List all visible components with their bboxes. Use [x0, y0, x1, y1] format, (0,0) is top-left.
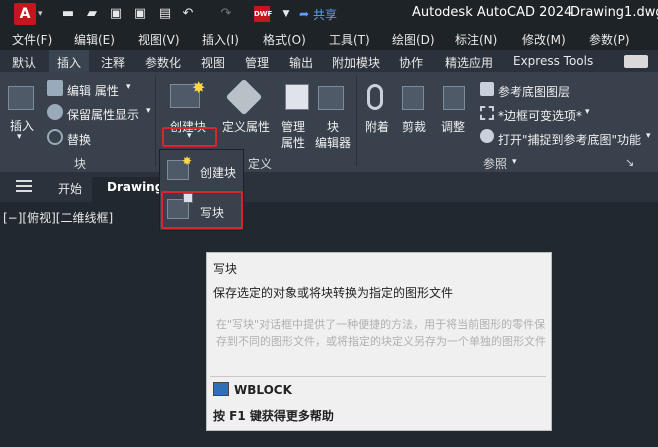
snap-to-underlay-button[interactable]: 打开"捕捉到参考底图"功能	[498, 131, 641, 148]
tab-parametric[interactable]: 参数化	[145, 54, 181, 71]
attach-icon[interactable]	[367, 84, 383, 110]
create-block-dropdown-highlight[interactable]	[162, 127, 217, 147]
menu-modify[interactable]: 修改(M)	[522, 31, 566, 48]
chevron-down-icon[interactable]: ▾	[17, 132, 22, 142]
viewport-controls[interactable]: [−][俯视][二维线框]	[3, 209, 113, 226]
star-icon: ✸	[192, 78, 206, 97]
adjust-button[interactable]: 调整	[441, 118, 465, 135]
tooltip-command-name: WBLOCK	[234, 383, 292, 397]
save-icon[interactable]: ▣	[108, 6, 124, 22]
panel-title-block-definition: 定义	[248, 157, 273, 171]
file-tab-start[interactable]: 开始	[58, 180, 82, 197]
chevron-down-icon[interactable]: ▾	[38, 9, 43, 19]
print-icon[interactable]: ▤	[157, 6, 173, 22]
keep-attribute-display-button[interactable]: 保留属性显示	[67, 106, 139, 123]
share-icon[interactable]: ➦	[296, 6, 312, 22]
tab-output[interactable]: 输出	[289, 54, 313, 71]
manage-attributes-button[interactable]: 管理	[281, 118, 305, 135]
keep-attribute-icon[interactable]	[47, 104, 63, 120]
chevron-down-icon[interactable]: ▾	[126, 82, 131, 92]
attach-button[interactable]: 附着	[365, 118, 389, 135]
new-icon[interactable]: ▬	[60, 6, 76, 22]
frame-variable-dropdown[interactable]: *边框可变选项*	[498, 107, 582, 124]
tooltip-divider	[210, 376, 546, 377]
open-icon[interactable]: ▰	[84, 6, 100, 22]
snap-underlay-icon[interactable]	[480, 129, 494, 143]
document-title: Drawing1.dwg	[570, 5, 658, 20]
menu-insert[interactable]: 插入(I)	[202, 31, 239, 48]
tab-express-tools[interactable]: Express Tools	[513, 54, 593, 68]
block-editor-icon[interactable]	[318, 86, 344, 110]
replace-icon[interactable]	[47, 129, 63, 145]
insert-block-icon[interactable]	[8, 86, 34, 110]
tooltip-help-hint: 按 F1 键获得更多帮助	[213, 409, 334, 423]
menu-draw[interactable]: 绘图(D)	[392, 31, 435, 48]
chevron-down-icon[interactable]: ▾	[585, 107, 590, 117]
undo-icon[interactable]: ↶	[180, 6, 196, 22]
saveas-icon[interactable]: ▣	[132, 6, 148, 22]
menu-icon-bar	[16, 185, 32, 187]
ribbon-minimize-icon[interactable]	[624, 55, 648, 68]
panel-separator	[356, 76, 357, 166]
panel-separator	[155, 76, 156, 166]
dropdown-create-block[interactable]: 创建块	[200, 164, 236, 181]
share-button[interactable]: 共享	[313, 6, 337, 23]
tooltip-extended-description: 在"写块"对话框中提供了一种便捷的方法，用于将当前图形的零件保存到不同的图形文件…	[216, 318, 546, 348]
frame-variable-icon[interactable]	[480, 106, 494, 120]
menu-tools[interactable]: 工具(T)	[329, 31, 370, 48]
panel-title-block: 块	[74, 157, 87, 171]
block-editor-button[interactable]: 块	[327, 118, 339, 135]
tab-collaborate[interactable]: 协作	[399, 54, 423, 71]
insert-button[interactable]: 插入	[10, 117, 34, 134]
menu-format[interactable]: 格式(O)	[263, 31, 306, 48]
redo-icon[interactable]: ↷	[218, 6, 234, 22]
chevron-down-icon[interactable]: ▼	[278, 6, 294, 22]
dwf-icon[interactable]: DWF	[254, 6, 272, 22]
menu-view[interactable]: 视图(V)	[138, 31, 180, 48]
tooltip-description: 保存选定的对象或将块转换为指定的图形文件	[213, 286, 454, 300]
tab-addins[interactable]: 附加模块	[332, 54, 380, 71]
command-icon	[213, 382, 229, 396]
clip-button[interactable]: 剪裁	[402, 118, 426, 135]
tab-featured-apps[interactable]: 精选应用	[445, 54, 493, 71]
define-attribute-button[interactable]: 定义属性	[222, 118, 270, 135]
menu-dimension[interactable]: 标注(N)	[455, 31, 497, 48]
clip-icon[interactable]	[402, 86, 424, 110]
star-icon: ✸	[182, 154, 193, 168]
tab-default[interactable]: 默认	[12, 54, 36, 71]
app-title: Autodesk AutoCAD 2024	[412, 5, 573, 20]
tab-manage[interactable]: 管理	[245, 54, 269, 71]
edit-attribute-button[interactable]: 编辑 属性	[67, 82, 119, 99]
menu-file[interactable]: 文件(F)	[12, 31, 52, 48]
manage-attributes-label: 属性	[281, 136, 306, 150]
edit-attribute-icon[interactable]	[47, 80, 63, 96]
block-editor-label: 编辑器	[315, 136, 352, 150]
menu-edit[interactable]: 编辑(E)	[74, 31, 115, 48]
manage-attributes-icon[interactable]	[285, 84, 309, 110]
underlay-layers-icon[interactable]	[480, 82, 494, 96]
adjust-icon[interactable]	[443, 86, 465, 110]
tooltip-title: 写块	[213, 262, 238, 276]
menu-parameter[interactable]: 参数(P)	[589, 31, 630, 48]
chevron-down-icon[interactable]: ▾	[512, 157, 517, 167]
replace-button[interactable]: 替换	[67, 131, 91, 148]
panel-launcher-icon[interactable]: ↘	[625, 156, 634, 169]
tab-view[interactable]: 视图	[201, 54, 225, 71]
tab-annotate[interactable]: 注释	[101, 54, 125, 71]
panel-title-reference: 参照	[483, 157, 508, 171]
tab-insert[interactable]: 插入	[57, 54, 81, 71]
write-block-highlight[interactable]	[161, 191, 243, 229]
app-logo-icon[interactable]: A	[14, 3, 36, 25]
chevron-down-icon[interactable]: ▾	[146, 106, 151, 116]
chevron-down-icon[interactable]: ▾	[646, 131, 651, 141]
underlay-layers-button[interactable]: 参考底图图层	[498, 83, 570, 100]
